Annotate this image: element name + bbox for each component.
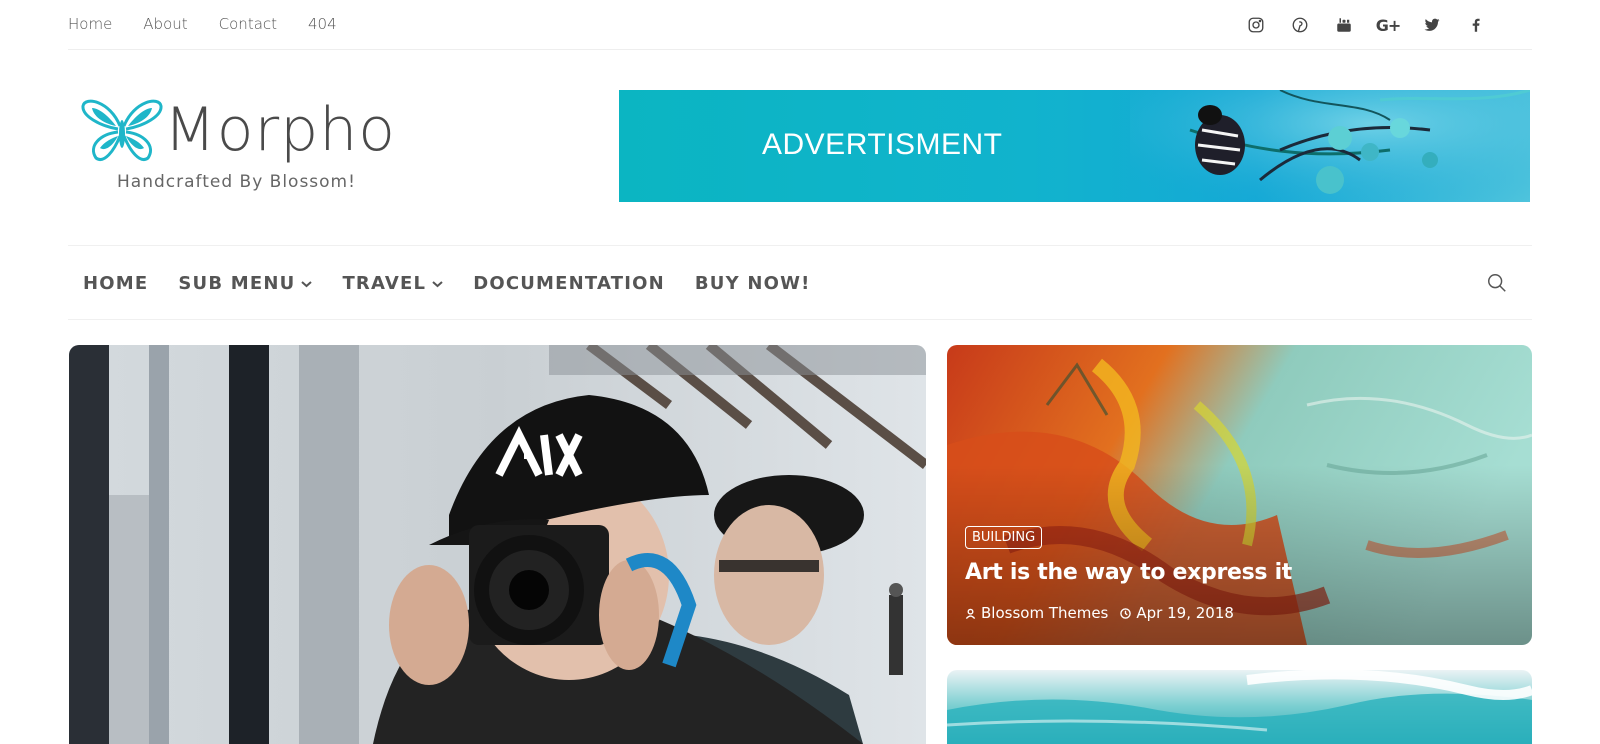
secondary-nav: Home About Contact 404 (68, 15, 337, 33)
card-overlay (947, 345, 1532, 645)
menu-item-travel[interactable]: TRAVEL (342, 273, 443, 294)
top-nav-home-link[interactable]: Home (68, 15, 112, 33)
chevron-down-icon (432, 280, 443, 287)
menu-item-sub-menu[interactable]: SUB MENU (178, 273, 313, 294)
google-plus-glyph: G+ (1375, 15, 1402, 35)
top-bar: Home About Contact 404 G+ (68, 0, 1532, 50)
primary-menu: HOME SUB MENU TRAVEL DOCUMENTATION BUY N… (83, 273, 811, 294)
featured-post-card[interactable]: BUILDING Art is the way to express it Bl… (947, 345, 1532, 645)
menu-item-buy-now[interactable]: BUY NOW! (695, 273, 811, 294)
search-icon (1488, 274, 1506, 292)
site-title[interactable]: Morpho (164, 94, 396, 166)
featured-main-image[interactable] (69, 345, 926, 744)
top-nav-about-link[interactable]: About (143, 15, 187, 33)
pinterest-icon[interactable] (1288, 13, 1312, 37)
post-author[interactable]: Blossom Themes (965, 604, 1108, 622)
butterfly-logo-icon (81, 99, 163, 161)
menu-item-documentation[interactable]: DOCUMENTATION (473, 273, 665, 294)
instagram-icon[interactable] (1244, 13, 1268, 37)
clock-icon (1120, 607, 1132, 619)
social-links: G+ (1244, 13, 1488, 37)
youtube-icon[interactable] (1332, 13, 1356, 37)
top-nav-contact-link[interactable]: Contact (219, 15, 277, 33)
chevron-down-icon (301, 280, 313, 287)
post-meta: Blossom Themes Apr 19, 2018 (965, 604, 1234, 622)
site-logo[interactable]: Morpho Handcrafted By Blossom! (80, 94, 400, 194)
menu-item-label: TRAVEL (342, 273, 427, 294)
post-title[interactable]: Art is the way to express it (965, 560, 1292, 585)
menu-item-label: BUY NOW! (694, 273, 811, 294)
search-button[interactable] (1486, 272, 1510, 296)
category-badge[interactable]: BUILDING (965, 526, 1043, 549)
photographer-photo (69, 345, 926, 744)
post-date[interactable]: Apr 19, 2018 (1120, 604, 1234, 622)
twitter-icon[interactable] (1420, 13, 1444, 37)
date-text: Apr 19, 2018 (1136, 604, 1234, 622)
ocean-wave-image (947, 670, 1532, 744)
main-navigation: HOME SUB MENU TRAVEL DOCUMENTATION BUY N… (68, 245, 1532, 320)
header-advertisement[interactable]: ADVERTISMENT (619, 90, 1530, 202)
author-name: Blossom Themes (981, 604, 1109, 622)
menu-item-label: HOME (83, 273, 149, 294)
menu-item-label: DOCUMENTATION (473, 273, 665, 294)
site-tagline: Handcrafted By Blossom! (117, 172, 356, 192)
menu-item-home[interactable]: HOME (83, 273, 148, 294)
user-icon (965, 608, 976, 619)
top-nav-404-link[interactable]: 404 (308, 15, 337, 33)
menu-item-label: SUB MENU (178, 273, 296, 294)
facebook-icon[interactable] (1464, 13, 1488, 37)
google-plus-icon[interactable]: G+ (1375, 13, 1402, 37)
advertisement-text: ADVERTISMENT (762, 128, 1003, 161)
featured-post-card-2[interactable] (947, 670, 1532, 744)
insect-illustration (1130, 90, 1530, 202)
